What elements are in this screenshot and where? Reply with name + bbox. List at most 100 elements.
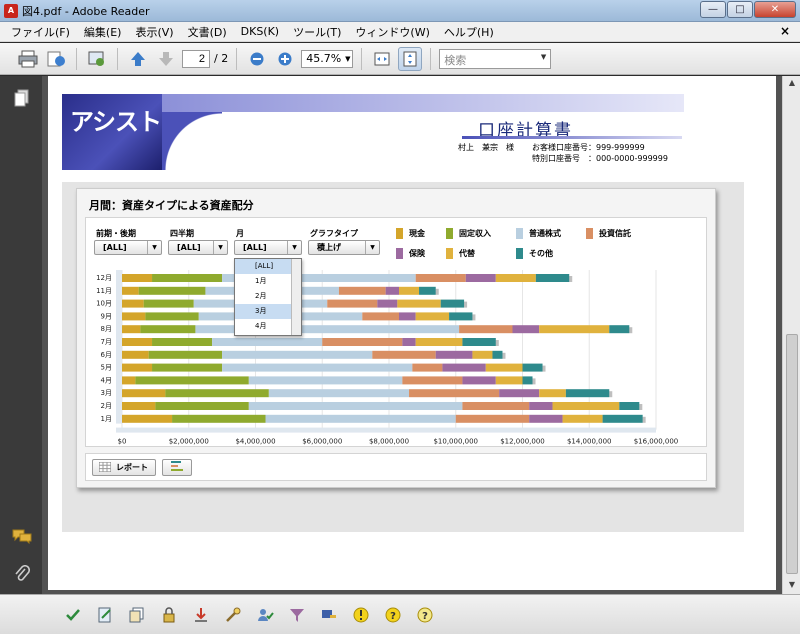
menu-view[interactable]: 表示(V) bbox=[128, 24, 180, 40]
bar-segment bbox=[327, 299, 378, 308]
scroll-down-icon[interactable]: ▼ bbox=[786, 580, 798, 590]
bar-segment bbox=[385, 286, 400, 295]
fit-width-icon[interactable] bbox=[370, 47, 394, 71]
legend-label: その他 bbox=[529, 249, 553, 258]
search-dropdown-icon[interactable]: ▼ bbox=[541, 53, 546, 61]
warning-icon[interactable] bbox=[350, 604, 372, 626]
bar-segment bbox=[138, 286, 206, 295]
edit-icon[interactable] bbox=[94, 604, 116, 626]
next-page-icon[interactable] bbox=[154, 47, 178, 71]
filter-value-graph-type: 積上げ bbox=[317, 243, 341, 252]
search-input[interactable]: 検索 ▼ bbox=[439, 48, 552, 69]
bar-segment bbox=[122, 414, 173, 423]
menu-edit[interactable]: 編集(E) bbox=[77, 24, 129, 40]
y-tick-label: 11月 bbox=[96, 287, 112, 295]
legend-item-other: その他 bbox=[516, 248, 553, 259]
copy-icon[interactable] bbox=[126, 604, 148, 626]
report-button[interactable]: レポート bbox=[92, 459, 156, 476]
menu-dks[interactable]: DKS(K) bbox=[234, 25, 286, 38]
menu-bar: ファイル(F) 編集(E) 表示(V) 文書(D) DKS(K) ツール(T) … bbox=[0, 22, 800, 42]
report-button-label: レポート bbox=[116, 463, 148, 472]
grid-icon bbox=[98, 461, 112, 474]
bar-segment bbox=[609, 325, 630, 334]
share-icon[interactable] bbox=[44, 47, 68, 71]
bar-segment bbox=[472, 350, 493, 359]
bar-chart-icon bbox=[170, 460, 184, 475]
document-banner: アシスト 口座計算書 村上 兼宗 様 お客様口座番号：999-999999 特別… bbox=[62, 94, 684, 170]
toolbar-divider bbox=[117, 47, 118, 70]
bar-segment bbox=[499, 389, 540, 398]
filter-select-graph-type[interactable]: 積上げ ▼ bbox=[308, 240, 380, 255]
download-icon[interactable] bbox=[190, 604, 212, 626]
bar-segment bbox=[485, 363, 523, 372]
page-number-input[interactable] bbox=[182, 49, 210, 68]
zoom-in-icon[interactable] bbox=[273, 47, 297, 71]
bar-segment bbox=[535, 274, 570, 282]
x-tick-label: $0 bbox=[118, 438, 127, 446]
bar-segment bbox=[377, 299, 398, 308]
account-info: お客様口座番号：999-999999 特別口座番号 ：000-0000-9999… bbox=[532, 142, 668, 164]
bar-segment bbox=[172, 414, 266, 423]
month-dropdown-list[interactable]: [ALL] 1月 2月 3月 4月 bbox=[234, 258, 302, 336]
zoom-out-icon[interactable] bbox=[245, 47, 269, 71]
toolbar-divider bbox=[236, 47, 238, 70]
legend-item-fixed-income: 固定収入 bbox=[446, 228, 491, 239]
legend-item-cash: 現金 bbox=[396, 228, 425, 239]
x-tick-label: $14,000,000 bbox=[567, 438, 612, 446]
bar-shadow bbox=[629, 327, 633, 334]
x-tick-label: $6,000,000 bbox=[302, 438, 342, 446]
vertical-scrollbar[interactable]: ▲ ▼ bbox=[782, 76, 800, 594]
bar-segment bbox=[402, 376, 463, 385]
key-icon[interactable] bbox=[318, 604, 340, 626]
bar-segment bbox=[619, 402, 640, 410]
dropdown-scrollbar[interactable] bbox=[291, 259, 301, 335]
menu-window[interactable]: ウィンドウ(W) bbox=[348, 24, 436, 40]
scroll-thumb[interactable] bbox=[786, 334, 798, 574]
title-bar: A 図4.pdf - Adobe Reader — □ ✕ bbox=[0, 0, 800, 22]
user-check-icon[interactable] bbox=[254, 604, 276, 626]
print-icon[interactable] bbox=[16, 47, 40, 71]
zoom-select[interactable]: 45.7% ▼ bbox=[301, 49, 354, 68]
legend-swatch bbox=[446, 228, 453, 239]
bar-segment bbox=[122, 350, 149, 359]
legend-label: 現金 bbox=[409, 229, 425, 238]
help-search-icon[interactable]: ? bbox=[414, 604, 436, 626]
bar-segment bbox=[529, 414, 563, 423]
bar-segment bbox=[415, 312, 450, 321]
filter-select-half[interactable]: [ALL] ▼ bbox=[94, 240, 162, 255]
chart-view-button[interactable] bbox=[162, 459, 192, 476]
menu-tools[interactable]: ツール(T) bbox=[286, 24, 348, 40]
help-icon[interactable]: ? bbox=[382, 604, 404, 626]
page-total: / 2 bbox=[214, 52, 229, 65]
menu-document[interactable]: 文書(D) bbox=[181, 24, 234, 40]
filter-select-quarter[interactable]: [ALL] ▼ bbox=[168, 240, 228, 255]
attachments-icon[interactable] bbox=[12, 564, 32, 584]
filter-select-month[interactable]: [ALL] ▼ bbox=[234, 240, 302, 255]
pages-icon[interactable] bbox=[12, 88, 32, 108]
chevron-down-icon: ▼ bbox=[345, 54, 351, 63]
bar-segment bbox=[442, 363, 486, 372]
maximize-button[interactable]: □ bbox=[727, 1, 753, 18]
y-tick-label: 2月 bbox=[101, 402, 112, 410]
previous-page-icon[interactable] bbox=[126, 47, 150, 71]
comments-icon[interactable] bbox=[12, 526, 32, 546]
fit-page-icon[interactable] bbox=[398, 46, 423, 71]
bar-shadow bbox=[542, 365, 546, 372]
panel-title: 月間：資産タイプによる資産配分 bbox=[89, 199, 254, 212]
lock-icon[interactable] bbox=[158, 604, 180, 626]
filter-value-month: [ALL] bbox=[243, 243, 267, 252]
check-icon[interactable] bbox=[62, 604, 84, 626]
close-window-button[interactable]: ✕ bbox=[754, 1, 796, 18]
filter-icon[interactable] bbox=[286, 604, 308, 626]
menu-file[interactable]: ファイル(F) bbox=[4, 24, 77, 40]
document-area[interactable]: アシスト 口座計算書 村上 兼宗 様 お客様口座番号：999-999999 特別… bbox=[42, 76, 782, 594]
scroll-up-icon[interactable]: ▲ bbox=[786, 78, 798, 88]
filter-label-graph-type: グラフタイプ bbox=[310, 229, 358, 238]
legend-label: 投資信託 bbox=[599, 229, 631, 238]
minimize-button[interactable]: — bbox=[700, 1, 726, 18]
menu-help[interactable]: ヘルプ(H) bbox=[437, 24, 501, 40]
collaborate-icon[interactable] bbox=[85, 47, 109, 71]
close-document-icon[interactable]: × bbox=[780, 24, 790, 38]
tools-icon[interactable] bbox=[222, 604, 244, 626]
bar-segment bbox=[462, 402, 530, 410]
